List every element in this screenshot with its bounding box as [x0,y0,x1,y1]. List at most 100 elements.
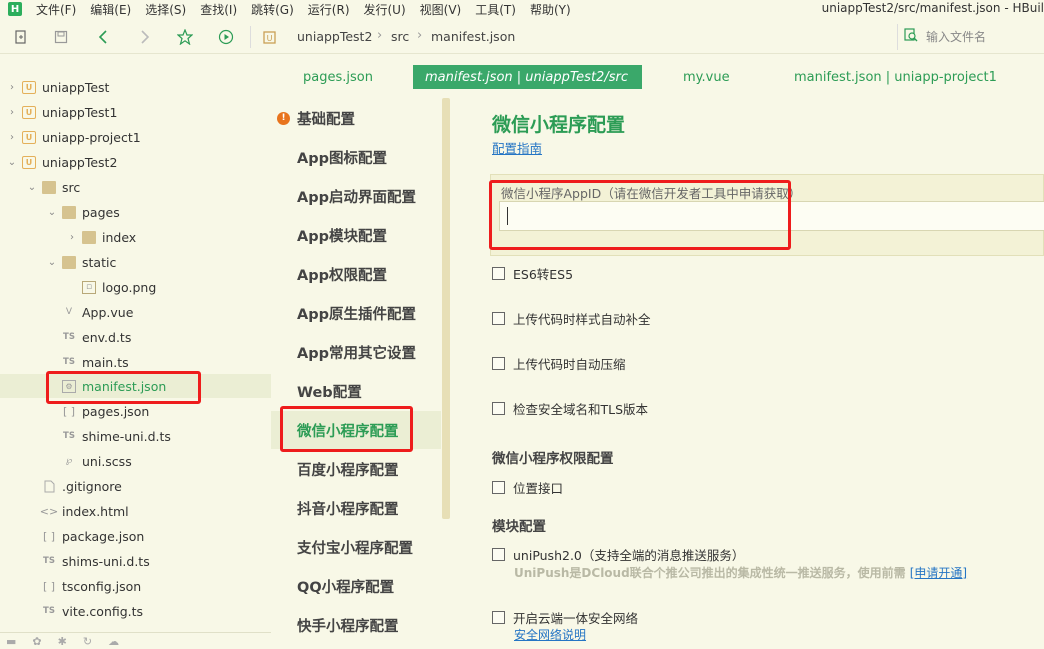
menu-tools[interactable]: 工具(T) [475,1,516,18]
star-icon[interactable] [176,28,194,46]
checkbox-unipush[interactable]: uniPush2.0（支持全端的消息推送服务） [492,545,744,564]
tree-item-manifest-json[interactable]: ⚙ manifest.json [0,374,271,398]
menu-select[interactable]: 选择(S) [145,1,186,18]
menu-goto[interactable]: 跳转(G) [251,1,294,18]
tree-item-logo[interactable]: ▫ logo.png [0,275,271,299]
breadcrumb-folder[interactable]: src [391,29,409,44]
tree-item-shime-uni-d-ts[interactable]: TS shime-uni.d.ts [0,424,271,448]
save-icon[interactable] [52,28,70,46]
project-icon: U [22,155,36,169]
checkbox-box[interactable] [492,548,505,561]
tree-item-index-html[interactable]: <> index.html [0,499,271,523]
menu-edit[interactable]: 编辑(E) [90,1,131,18]
back-icon[interactable] [94,28,112,46]
nav-label: App启动界面配置 [297,189,416,206]
tree-item-app-vue[interactable]: V App.vue [0,300,271,324]
checkbox-location-api[interactable]: 位置接口 [492,478,563,497]
tree-item-pages-json[interactable]: [ ] pages.json [0,399,271,423]
run-icon[interactable] [217,28,235,46]
checkbox-box[interactable] [492,481,505,494]
tree-item-uniappTest[interactable]: › U uniappTest [0,75,271,99]
tab-my-vue[interactable]: my.vue [683,65,730,89]
unipush-apply-link[interactable]: [申请开通] [910,566,967,580]
tree-item-main-ts[interactable]: TS main.ts [0,350,271,374]
checkbox-box[interactable] [492,312,505,325]
nav-baidu-miniprogram-config[interactable]: 百度小程序配置 [271,450,441,488]
tree-item-shims-uni-d-ts[interactable]: TS shims-uni.d.ts [0,549,271,573]
checkbox-box[interactable] [492,611,505,624]
appid-input[interactable] [499,201,1044,231]
bug-icon[interactable]: ✱ [58,635,67,648]
chevron-down-icon[interactable]: ⌄ [46,207,58,218]
nav-scrollbar[interactable] [442,98,450,519]
checkbox-box[interactable] [492,267,505,280]
menu-file[interactable]: 文件(F) [36,1,76,18]
folder-icon [82,230,96,244]
checkbox-auto-style-complete[interactable]: 上传代码时样式自动补全 [492,309,651,328]
nav-app-native-plugin-config[interactable]: App原生插件配置 [271,294,441,332]
tree-item-tsconfig-json[interactable]: [ ] tsconfig.json [0,574,271,598]
checkbox-auto-minify[interactable]: 上传代码时自动压缩 [492,354,626,373]
menu-publish[interactable]: 发行(U) [364,1,406,18]
refresh-icon[interactable]: ↻ [83,635,92,648]
breadcrumb-project[interactable]: uniappTest2 [297,29,372,44]
nav-app-other-settings[interactable]: App常用其它设置 [271,333,441,371]
tree-item-uniappTest2[interactable]: ⌄ U uniappTest2 [0,150,271,174]
tree-item-vite-config-ts[interactable]: TS vite.config.ts [0,599,271,623]
tree-item-label: index [102,229,137,245]
secure-network-doc-link[interactable]: 安全网络说明 [514,626,586,643]
menu-run[interactable]: 运行(R) [308,1,350,18]
chevron-down-icon[interactable]: ⌄ [26,182,38,193]
tree-item-src[interactable]: ⌄ src [0,175,271,199]
nav-app-module-config[interactable]: App模块配置 [271,216,441,254]
cloud-icon[interactable]: ☁ [108,635,119,648]
tab-pages-json[interactable]: pages.json [303,65,373,89]
nav-web-config[interactable]: Web配置 [271,372,441,410]
tree-item-uni-scss[interactable]: ℘ uni.scss [0,449,271,473]
json-file-icon: [ ] [42,579,56,593]
tree-item-uniappTest1[interactable]: › U uniappTest1 [0,100,271,124]
project-tree: › U uniappTest › U uniappTest1 › U uniap… [0,62,271,649]
chevron-right-icon[interactable]: › [6,132,18,143]
nav-qq-miniprogram-config[interactable]: QQ小程序配置 [271,567,441,605]
tab-manifest-json-active[interactable]: manifest.json | uniappTest2/src [413,65,642,89]
chevron-right-icon[interactable]: › [6,107,18,118]
tree-item-package-json[interactable]: [ ] package.json [0,524,271,548]
menu-help[interactable]: 帮助(Y) [530,1,571,18]
config-guide-link[interactable]: 配置指南 [492,138,542,157]
nav-wechat-miniprogram-config[interactable]: 微信小程序配置 [271,411,441,449]
file-search-input[interactable] [926,30,1036,44]
breadcrumb-file[interactable]: manifest.json [431,29,515,44]
tree-item-gitignore[interactable]: .gitignore [0,474,271,498]
folder-icon[interactable]: ▬ [6,635,16,648]
checkbox-box[interactable] [492,402,505,415]
menu-view[interactable]: 视图(V) [420,1,462,18]
forward-icon[interactable] [136,28,154,46]
checkbox-box[interactable] [492,357,505,370]
chevron-down-icon[interactable]: ⌄ [46,257,58,268]
checkbox-cloud-secure-network[interactable]: 开启云端一体安全网络 [492,608,638,627]
nav-basic-config[interactable]: ! 基础配置 [271,99,441,137]
tree-item-index-folder[interactable]: › index [0,225,271,249]
chevron-right-icon[interactable]: › [66,232,78,243]
tab-manifest-json-project1[interactable]: manifest.json | uniapp-project1 [794,65,997,89]
tree-item-label: .gitignore [62,478,122,494]
new-file-icon[interactable] [12,28,30,46]
nav-app-permission-config[interactable]: App权限配置 [271,255,441,293]
nav-douyin-miniprogram-config[interactable]: 抖音小程序配置 [271,489,441,527]
checkbox-check-domain-tls[interactable]: 检查安全域名和TLS版本 [492,399,648,418]
chevron-right-icon[interactable]: › [6,82,18,93]
nav-kuaishou-miniprogram-config[interactable]: 快手小程序配置 [271,606,441,644]
nav-alipay-miniprogram-config[interactable]: 支付宝小程序配置 [271,528,441,566]
search-file-icon [904,28,918,46]
menu-find[interactable]: 查找(I) [200,1,237,18]
tree-item-static[interactable]: ⌄ static [0,250,271,274]
tree-item-env-d-ts[interactable]: TS env.d.ts [0,325,271,349]
nav-app-icon-config[interactable]: App图标配置 [271,138,441,176]
nav-app-splash-config[interactable]: App启动界面配置 [271,177,441,215]
tree-item-pages[interactable]: ⌄ pages [0,200,271,224]
tree-item-uniapp-project1[interactable]: › U uniapp-project1 [0,125,271,149]
plugin-icon[interactable]: ✿ [32,635,41,648]
chevron-down-icon[interactable]: ⌄ [6,157,18,168]
checkbox-es6-to-es5[interactable]: ES6转ES5 [492,264,573,283]
